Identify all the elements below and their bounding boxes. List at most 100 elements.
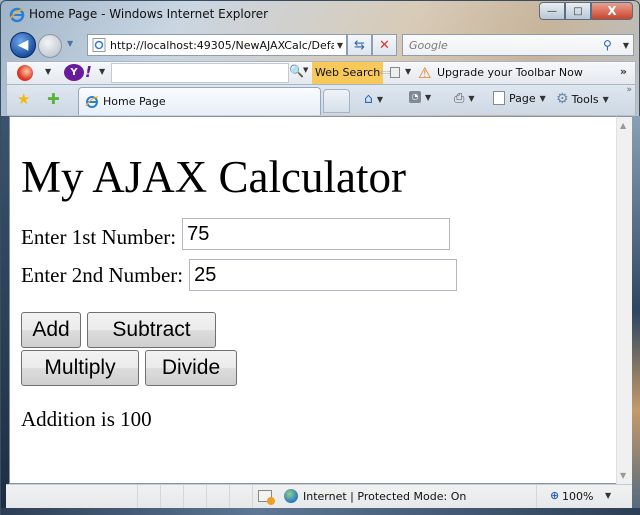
web-search-button[interactable]: Web Search (312, 62, 384, 84)
home-dropdown-icon[interactable]: ▼ (377, 95, 383, 104)
more-chevron-icon[interactable]: » (620, 65, 627, 78)
bookmark-icon[interactable] (390, 67, 400, 78)
multiply-button[interactable]: Multiply (21, 350, 139, 386)
tab-home-page[interactable]: Home Page (78, 87, 321, 115)
history-dropdown-icon[interactable]: ▼ (67, 39, 73, 48)
page-content: My AJAX Calculator Enter 1st Number: Ent… (9, 116, 616, 484)
add-favorite-icon[interactable]: ✚ (47, 90, 60, 108)
app-dropdown-icon[interactable]: ▼ (45, 67, 51, 76)
maximize-button[interactable]: □ (565, 2, 591, 20)
status-divider (536, 485, 537, 509)
home-button[interactable]: ⌂ ▼ (364, 91, 383, 107)
page-menu-icon (493, 91, 505, 105)
ie-logo-icon (85, 95, 99, 108)
popup-blocker-icon[interactable] (258, 490, 275, 505)
first-number-row: Enter 1st Number: (21, 218, 451, 250)
search-input[interactable]: Google (403, 39, 603, 52)
first-number-input[interactable] (182, 218, 451, 250)
command-more-chevron-icon[interactable]: » (626, 85, 632, 95)
feeds-dropdown-icon[interactable]: ▼ (425, 93, 431, 102)
second-number-row: Enter 2nd Number: (21, 259, 458, 291)
window-title: Home Page - Windows Internet Explorer (29, 7, 269, 21)
window-frame-bottom (1, 508, 640, 515)
status-divider (183, 485, 184, 509)
back-button[interactable]: ◀ (10, 32, 36, 58)
tools-menu-label: Tools (571, 92, 599, 106)
search-icon[interactable]: ⚲ (603, 38, 619, 52)
printer-icon: ⎙ (454, 91, 465, 106)
magnifier-icon[interactable]: 🔍 (289, 64, 304, 78)
forward-button[interactable] (38, 34, 62, 58)
minimize-button[interactable]: — (539, 2, 565, 20)
tab-label: Home Page (103, 95, 166, 108)
close-icon: X (607, 4, 617, 18)
security-zone-text[interactable]: Internet | Protected Mode: On (303, 490, 466, 503)
maximize-icon: □ (573, 5, 583, 17)
navigation-bar: ◀ ▼ http://localhost:49305/NewAJAXCalc/D… (1, 29, 640, 61)
search-options-icon[interactable]: ▼ (619, 41, 633, 50)
status-divider (206, 485, 207, 509)
window-frame-left (1, 116, 9, 508)
first-number-label: Enter 1st Number: (21, 224, 177, 249)
page-icon (92, 38, 106, 52)
print-button[interactable]: ⎙ ▼ (454, 91, 475, 106)
search-box[interactable]: Google ⚲ ▼ (402, 34, 634, 56)
refresh-button[interactable]: ⇆ (347, 34, 372, 56)
window-frame-right (632, 116, 640, 508)
caption-buttons: — □ X (539, 2, 633, 20)
tab-bar: ★ ✚ Home Page ⌂ ▼ ◔ ▼ ⎙ ▼ Page ▼ ⚙ Tools ▼ » (6, 85, 636, 115)
status-bar: Internet | Protected Mode: On ⊕ 100% ▼ (6, 484, 632, 509)
tools-dropdown-icon: ▼ (602, 94, 609, 104)
upgrade-toolbar-link[interactable]: Upgrade your Toolbar Now (437, 66, 583, 79)
browser-window: Home Page - Windows Internet Explorer — … (0, 0, 640, 515)
rss-icon: ◔ (409, 91, 421, 103)
tools-menu[interactable]: ⚙ Tools ▼ (556, 91, 609, 107)
toolbar-app-icon[interactable] (17, 65, 33, 81)
address-bar[interactable]: http://localhost:49305/NewAJAXCalc/Defa … (87, 34, 347, 56)
zoom-level[interactable]: 100% (562, 490, 593, 503)
minimize-icon: — (547, 5, 557, 17)
favorites-star-icon[interactable]: ★ (17, 90, 30, 108)
zoom-icon[interactable]: ⊕ (550, 489, 559, 502)
feeds-button[interactable]: ◔ ▼ (409, 91, 431, 103)
divide-button[interactable]: Divide (145, 350, 237, 386)
yahoo-dropdown-icon[interactable]: ▼ (99, 67, 105, 76)
ie-logo-icon (9, 7, 25, 23)
new-tab-button[interactable] (323, 89, 350, 113)
yahoo-search-input[interactable] (111, 63, 289, 83)
back-arrow-icon: ◀ (17, 37, 29, 53)
page-dropdown-icon: ▼ (539, 93, 546, 103)
subtract-button[interactable]: Subtract (87, 312, 216, 348)
scroll-down-icon[interactable]: ▼ (620, 471, 626, 480)
refresh-icon: ⇆ (354, 37, 365, 53)
zoom-dropdown-icon[interactable]: ▼ (605, 491, 611, 500)
yahoo-logo-excl: ! (85, 63, 92, 81)
status-divider (229, 485, 230, 509)
second-number-label: Enter 2nd Number: (21, 262, 184, 287)
add-button[interactable]: Add (21, 312, 81, 348)
bookmark-dropdown-icon[interactable]: ▼ (405, 67, 411, 76)
scroll-up-icon[interactable]: ▲ (620, 121, 626, 130)
address-text[interactable]: http://localhost:49305/NewAJAXCalc/Defa (110, 39, 334, 52)
globe-icon (284, 489, 298, 503)
magnifier-dropdown-icon[interactable]: ▼ (303, 66, 308, 74)
page-title: My AJAX Calculator (21, 152, 406, 202)
status-divider (252, 485, 253, 509)
close-button[interactable]: X (591, 2, 633, 20)
second-number-input[interactable] (189, 259, 458, 291)
status-divider (160, 485, 161, 509)
gear-icon: ⚙ (556, 91, 569, 107)
yahoo-toolbar: ▼ Y ! ▼ 🔍 ▼ Web Search ⟺ ▼ ⚠ Upgrade you… (6, 61, 636, 85)
title-bar: Home Page - Windows Internet Explorer — … (1, 1, 640, 29)
print-dropdown-icon[interactable]: ▼ (468, 94, 474, 103)
vertical-scrollbar[interactable]: ▲ ▼ (616, 116, 632, 484)
home-icon: ⌂ (364, 91, 373, 107)
page-menu-label: Page (509, 91, 536, 105)
yahoo-logo-icon[interactable]: Y (64, 64, 84, 81)
stop-icon: ✕ (379, 37, 390, 53)
warning-icon: ⚠ (418, 64, 432, 82)
stop-button[interactable]: ✕ (372, 34, 397, 56)
status-divider (137, 485, 138, 509)
page-menu[interactable]: Page ▼ (493, 91, 546, 105)
address-dropdown-icon[interactable]: ▼ (334, 41, 346, 50)
